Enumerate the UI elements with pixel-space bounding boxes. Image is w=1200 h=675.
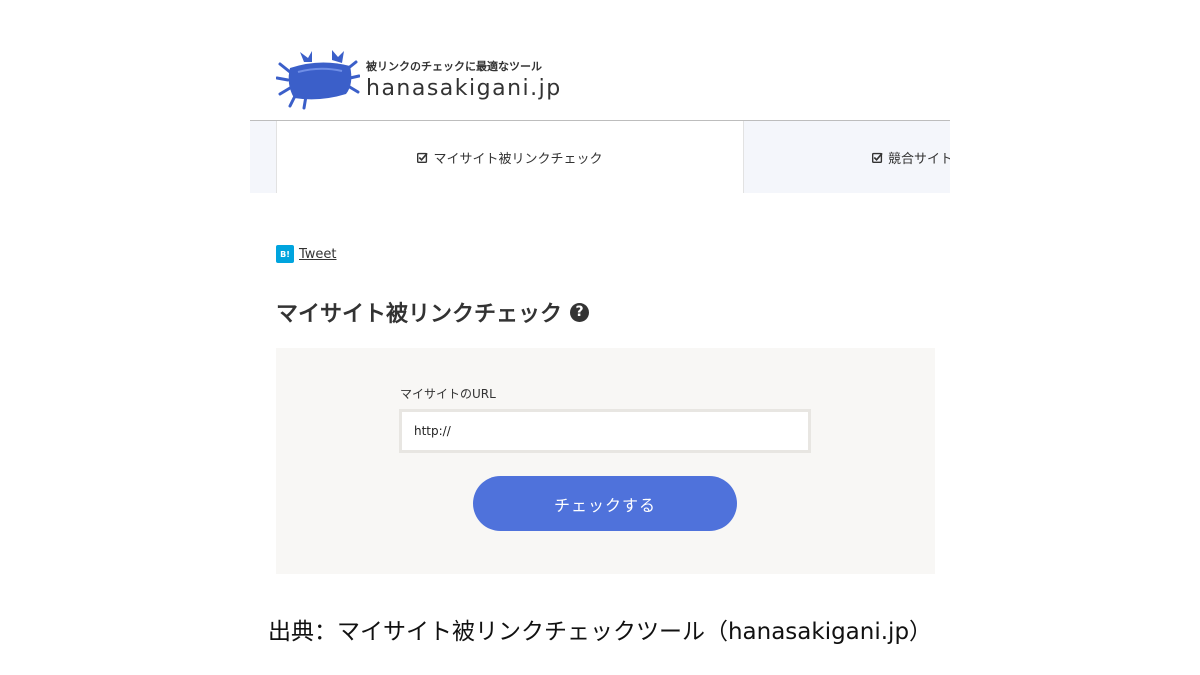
source-caption: 出典：マイサイト被リンクチェックツール（hanasakigani.jp） bbox=[267, 619, 933, 645]
url-field-label: マイサイトのURL bbox=[400, 387, 496, 401]
tab-label: マイサイト被リンクチェック bbox=[433, 151, 603, 167]
check-button[interactable]: チェックする bbox=[473, 476, 737, 531]
tab-competitor-site-check[interactable]: 競合サイト bbox=[744, 121, 950, 193]
tab-my-site-backlink-check[interactable]: マイサイト被リンクチェック bbox=[276, 121, 744, 193]
checkbox-checked-icon bbox=[872, 152, 883, 163]
screenshot-page: 被リンクのチェックに最適なツール hanasakigani.jp マイサイト被リ… bbox=[0, 0, 1200, 675]
question-circle-icon[interactable]: ? bbox=[570, 302, 590, 322]
page-title-text: マイサイト被リンクチェック bbox=[276, 302, 563, 327]
site-name[interactable]: hanasakigani.jp bbox=[366, 76, 562, 101]
page-title: マイサイト被リンクチェック ? bbox=[276, 296, 590, 328]
tweet-link[interactable]: Tweet bbox=[299, 247, 337, 262]
hatena-bookmark-icon[interactable]: B! bbox=[276, 245, 294, 263]
checkbox-checked-icon bbox=[417, 152, 429, 163]
url-input[interactable] bbox=[399, 409, 811, 453]
tab-bar: マイサイト被リンクチェック 競合サイト bbox=[250, 120, 950, 193]
tab-label: 競合サイト bbox=[888, 151, 950, 167]
site-header[interactable]: 被リンクのチェックに最適なツール hanasakigani.jp bbox=[276, 50, 636, 112]
site-tagline: 被リンクのチェックに最適なツール bbox=[366, 60, 542, 73]
crab-logo-icon bbox=[276, 50, 360, 110]
share-buttons: B! Tweet bbox=[276, 244, 337, 264]
url-check-form: マイサイトのURL チェックする bbox=[276, 348, 935, 574]
